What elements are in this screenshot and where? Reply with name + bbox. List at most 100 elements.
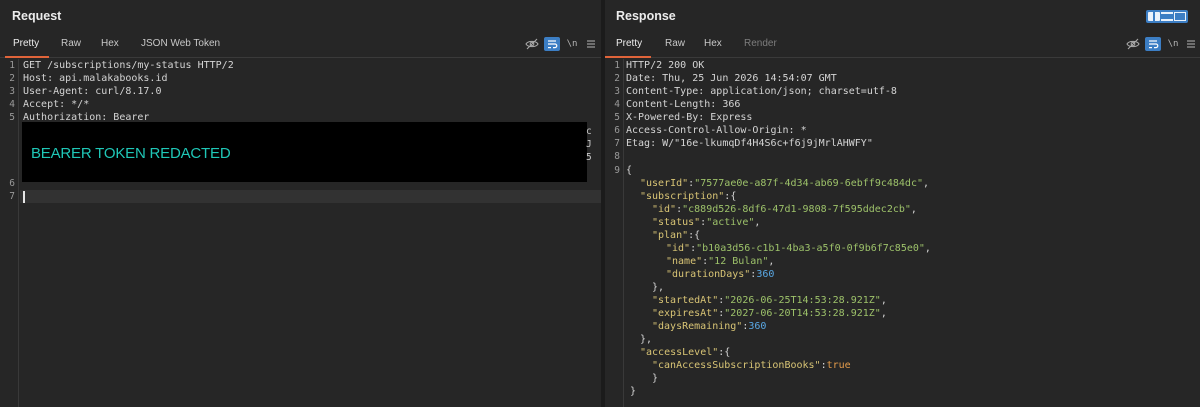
line-number: 4 xyxy=(614,99,620,110)
response-tab-raw[interactable]: Raw xyxy=(665,38,685,49)
request-tab-raw[interactable]: Raw xyxy=(61,38,81,49)
line-number: 5 xyxy=(614,112,620,123)
response-header-line: X-Powered-By: Express xyxy=(626,112,753,123)
request-tab-hex[interactable]: Hex xyxy=(101,38,119,49)
json-key: "startedAt" xyxy=(652,295,719,306)
json-close-plan: }, xyxy=(652,282,665,293)
line-number: 5 xyxy=(9,112,15,123)
json-line-accessLevel: "accessLevel":{ xyxy=(640,347,731,358)
redaction-label: BEARER TOKEN REDACTED xyxy=(31,145,231,162)
json-key: "name" xyxy=(666,256,703,267)
eye-off-icon[interactable] xyxy=(1125,37,1141,51)
line-number: 6 xyxy=(614,125,620,136)
json-value: 360 xyxy=(748,321,767,332)
newline-toggle[interactable]: \n xyxy=(1165,37,1181,51)
response-tab-render[interactable]: Render xyxy=(744,38,777,49)
json-line-plan: "plan":{ xyxy=(652,230,701,241)
line-number: 2 xyxy=(614,73,620,84)
json-value: "2026-06-25T14:53:28.921Z" xyxy=(724,295,881,306)
menu-icon[interactable] xyxy=(1183,37,1199,51)
json-value: 360 xyxy=(756,269,775,280)
request-line: User-Agent: curl/8.17.0 xyxy=(23,86,162,97)
json-key: "plan" xyxy=(652,230,689,241)
text-cursor xyxy=(23,191,25,203)
json-line-status: "status":"active", xyxy=(652,217,761,228)
response-header-line: Etag: W/"16e-lkumqDf4H4S6c+f6j9jMrlAHWFY… xyxy=(626,138,873,149)
request-active-tab-underline xyxy=(5,56,49,58)
json-line-name: "name":"12 Bulan", xyxy=(666,256,775,267)
response-pane: Response Pretty Raw Hex Render \n 1 2 3 … xyxy=(605,0,1200,407)
eye-off-icon[interactable] xyxy=(524,37,540,51)
request-line: Accept: */* xyxy=(23,99,90,110)
line-number: 4 xyxy=(9,99,15,110)
response-tab-pretty[interactable]: Pretty xyxy=(616,38,642,49)
request-pane: Request Pretty Raw Hex JSON Web Token \n… xyxy=(0,0,601,407)
peek-char: J xyxy=(586,139,592,150)
json-key: "id" xyxy=(666,243,691,254)
json-value: true xyxy=(826,360,851,371)
json-key: "daysRemaining" xyxy=(652,321,743,332)
response-header-line: Content-Type: application/json; charset=… xyxy=(626,86,897,97)
peek-char: c xyxy=(586,126,592,137)
json-value: "12 Bulan" xyxy=(708,256,769,267)
request-gutter: 1 2 3 4 5 6 7 xyxy=(0,59,19,407)
line-number: 2 xyxy=(9,73,15,84)
json-close-accessLevel: } xyxy=(652,373,659,384)
line-number: 7 xyxy=(9,191,15,202)
response-active-tab-underline xyxy=(605,56,651,58)
line-number: 3 xyxy=(9,86,15,97)
request-tab-jwt[interactable]: JSON Web Token xyxy=(141,38,220,49)
request-line: GET /subscriptions/my-status HTTP/2 xyxy=(23,60,234,71)
line-number: 7 xyxy=(614,138,620,149)
json-value: "b10a3d56-c1b1-4ba3-a5f0-0f9b6f7c85e0" xyxy=(696,243,925,254)
line-number: 1 xyxy=(614,60,620,71)
request-header: Request xyxy=(0,0,601,32)
json-line-daysRemaining: "daysRemaining":360 xyxy=(652,321,767,332)
json-line-plan-id: "id":"b10a3d56-c1b1-4ba3-a5f0-0f9b6f7c85… xyxy=(666,243,931,254)
request-editor[interactable]: 1 2 3 4 5 6 7 GET /subscriptions/my-stat… xyxy=(0,59,601,407)
json-line-subscription: "subscription":{ xyxy=(640,191,737,202)
line-number: 6 xyxy=(9,178,15,189)
json-value: "c889d526-8df6-47d1-9808-7f595ddec2cb" xyxy=(682,204,911,215)
split-horizontal-icon[interactable] xyxy=(1148,12,1160,21)
line-number: 1 xyxy=(9,60,15,71)
split-vertical-icon[interactable] xyxy=(1161,12,1173,21)
json-line-canAccess: "canAccessSubscriptionBooks":true xyxy=(652,360,851,371)
response-header-line: Access-Control-Allow-Origin: * xyxy=(626,125,807,136)
request-line: Host: api.malakabooks.id xyxy=(23,73,168,84)
json-brace: } xyxy=(630,386,637,397)
json-key: "subscription" xyxy=(640,191,725,202)
json-key: "accessLevel" xyxy=(640,347,719,358)
response-editor[interactable]: 1 2 3 4 5 6 7 8 9 HTTP/2 200 OK Date: Th… xyxy=(605,59,1200,407)
request-tabbar: Pretty Raw Hex JSON Web Token \n xyxy=(0,32,601,58)
response-status-line: HTTP/2 200 OK xyxy=(626,60,705,71)
line-number: 9 xyxy=(614,165,620,176)
peek-char: 5 xyxy=(586,152,592,163)
request-tab-pretty[interactable]: Pretty xyxy=(13,38,39,49)
json-key: "canAccessSubscriptionBooks" xyxy=(652,360,821,371)
newline-toggle[interactable]: \n xyxy=(564,37,580,51)
json-brace: { xyxy=(626,165,633,176)
json-line-startedAt: "startedAt":"2026-06-25T14:53:28.921Z", xyxy=(652,295,887,306)
json-close-subscription: }, xyxy=(640,334,653,345)
line-number: 3 xyxy=(614,86,620,97)
menu-icon[interactable] xyxy=(583,37,599,51)
single-pane-icon[interactable] xyxy=(1174,12,1186,21)
response-header: Response xyxy=(605,0,1200,32)
json-value: "active" xyxy=(706,217,755,228)
json-value: "2027-06-20T14:53:28.921Z" xyxy=(724,308,881,319)
token-redaction-box: BEARER TOKEN REDACTED xyxy=(22,122,587,182)
json-line-expiresAt: "expiresAt":"2027-06-20T14:53:28.921Z", xyxy=(652,308,887,319)
wrap-icon[interactable] xyxy=(1145,37,1161,51)
json-line-duration: "durationDays":360 xyxy=(666,269,775,280)
layout-toggle[interactable] xyxy=(1146,10,1188,23)
response-tab-hex[interactable]: Hex xyxy=(704,38,722,49)
wrap-icon[interactable] xyxy=(544,37,560,51)
response-tabbar: Pretty Raw Hex Render \n xyxy=(605,32,1200,58)
json-key: "expiresAt" xyxy=(652,308,719,319)
response-title: Response xyxy=(616,9,676,23)
json-line-sub-id: "id":"c889d526-8df6-47d1-9808-7f595ddec2… xyxy=(652,204,917,215)
response-header-line: Content-Length: 366 xyxy=(626,99,741,110)
json-value: "7577ae0e-a87f-4d34-ab69-6ebff9c484dc" xyxy=(694,178,923,189)
json-line-userId: "userId":"7577ae0e-a87f-4d34-ab69-6ebff9… xyxy=(640,178,930,189)
